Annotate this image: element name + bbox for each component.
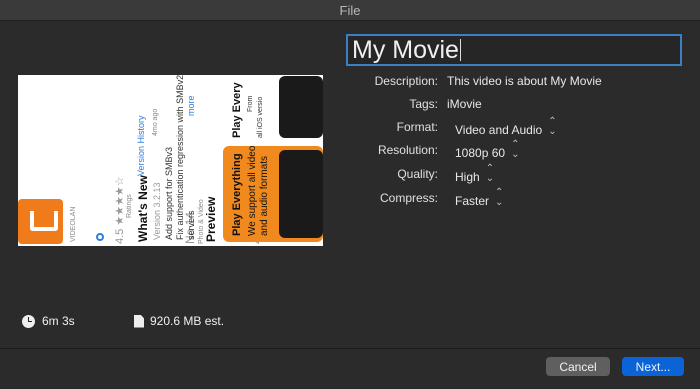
tags-row: Tags: iMovie [300, 95, 482, 113]
next-button[interactable]: Next... [622, 357, 684, 376]
compress-popup[interactable]: Faster ⌃ ⌄ [455, 187, 504, 209]
compress-row: Compress: Faster ⌃ ⌄ [300, 187, 504, 209]
thumb-from: From [247, 95, 254, 112]
up-down-chevron-icon: ⌃ ⌄ [511, 139, 520, 160]
thumb-version-history: Version History [136, 115, 146, 176]
movie-title-field[interactable]: My Movie [346, 34, 682, 66]
thumb-vlc: VIDEOLAN [70, 206, 77, 242]
thumb-play-every-top: Play Every [231, 82, 243, 138]
thumb-ios: all iOS versio [257, 96, 264, 138]
clock-icon [22, 314, 35, 328]
compress-value: Faster [455, 194, 490, 208]
thumb-audio-formats: and audio formats [259, 155, 270, 236]
app-icon [18, 199, 63, 244]
format-label: Format: [396, 120, 438, 134]
format-value: Video and Audio [455, 123, 543, 137]
description-field[interactable]: This video is about My Movie [447, 74, 602, 88]
text-caret [459, 39, 461, 61]
thumb-dot-icon [96, 233, 104, 241]
window-titlebar: File [0, 0, 700, 21]
thumb-we-support: We support all video [247, 146, 258, 236]
tags-label: Tags: [409, 97, 438, 111]
movie-thumbnail: VIDEOLAN 4.5 ★★★★☆ Ratings No 14 Photo &… [18, 75, 323, 246]
thumb-note-1: Add support for SMBv3 [164, 146, 174, 240]
thumb-preview: Preview [204, 196, 218, 242]
quality-popup[interactable]: High ⌃ ⌄ [455, 163, 495, 185]
thumb-more-link: more [186, 95, 196, 116]
tags-field[interactable]: iMovie [447, 97, 482, 111]
description-row: Description: This video is about My Movi… [300, 72, 602, 90]
cancel-button[interactable]: Cancel [546, 357, 610, 376]
description-label: Description: [374, 74, 438, 88]
resolution-row: Resolution: 1080p 60 ⌃ ⌄ [300, 139, 520, 161]
duration-value: 6m 3s [42, 314, 75, 328]
thumb-ratings-label: Ratings [126, 194, 133, 218]
size-value: 920.6 MB est. [150, 314, 225, 328]
thumb-rating: 4.5 ★★★★☆ [114, 176, 126, 244]
resolution-value: 1080p 60 [455, 146, 506, 160]
resolution-label: Resolution: [377, 143, 438, 157]
format-row: Format: Video and Audio ⌃ ⌄ [300, 116, 557, 138]
quality-row: Quality: High ⌃ ⌄ [300, 163, 495, 185]
footer-divider [0, 348, 700, 349]
file-icon [134, 314, 144, 328]
format-popup[interactable]: Video and Audio ⌃ ⌄ [455, 116, 557, 138]
thumb-play-everything: Play Everything [231, 153, 243, 236]
compress-label: Compress: [379, 191, 438, 205]
window-title: File [339, 2, 361, 18]
duration-stat: 6m 3s [22, 313, 75, 329]
quality-value: High [455, 170, 480, 184]
resolution-popup[interactable]: 1080p 60 ⌃ ⌄ [455, 139, 520, 161]
thumb-note-2: Fix authentication regression with SMBv2 [175, 75, 185, 240]
up-down-chevron-icon: ⌃ ⌄ [485, 163, 495, 184]
movie-title-text: My Movie [352, 36, 459, 64]
up-down-chevron-icon: ⌃ ⌄ [495, 187, 504, 208]
thumb-note-3: servers [186, 210, 196, 240]
quality-label: Quality: [397, 167, 438, 181]
thumb-version: Version 3.2.13 [152, 182, 162, 240]
thumb-whats-new: What's New [136, 175, 150, 242]
up-down-chevron-icon: ⌃ ⌄ [548, 116, 557, 137]
size-stat: 920.6 MB est. [134, 313, 224, 329]
thumbnail-content: VIDEOLAN 4.5 ★★★★☆ Ratings No 14 Photo &… [18, 75, 323, 246]
thumb-ago: 4mo ago [152, 108, 159, 136]
